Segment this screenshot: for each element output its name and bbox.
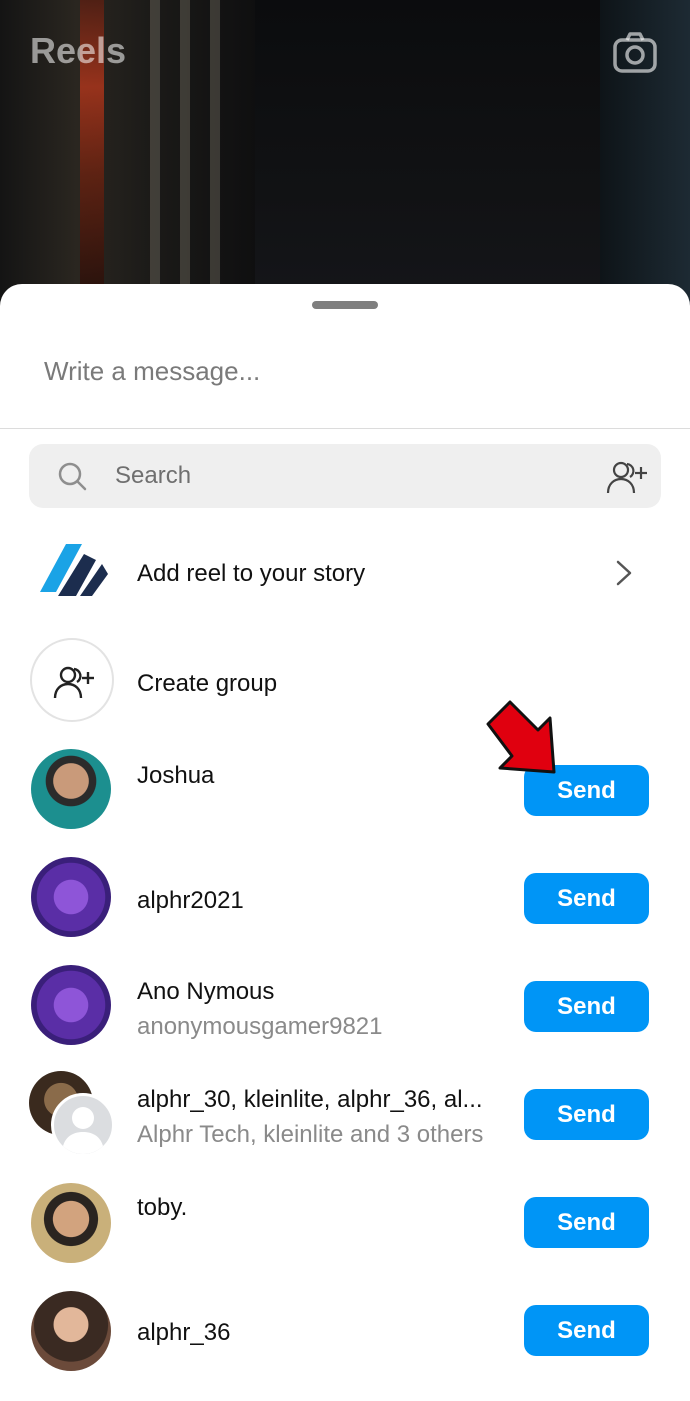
- avatar: [31, 857, 111, 937]
- avatar: [31, 1291, 111, 1371]
- search-input[interactable]: [115, 454, 575, 498]
- red-arrow-annotation: [486, 700, 556, 774]
- add-to-story-row[interactable]: Add reel to your story: [0, 520, 690, 620]
- send-button[interactable]: Send: [524, 981, 649, 1032]
- contact-username: anonymousgamer9821: [137, 1013, 383, 1040]
- search-bar[interactable]: [29, 444, 661, 508]
- avatar: [31, 1183, 111, 1263]
- add-people-icon[interactable]: [605, 459, 649, 495]
- contact-row: alphr_36 Send: [0, 1280, 690, 1380]
- send-button[interactable]: Send: [524, 1089, 649, 1140]
- contact-row: toby. Send: [0, 1172, 690, 1272]
- chevron-right-icon: [616, 560, 632, 586]
- add-group-icon: [53, 666, 94, 699]
- send-button[interactable]: Send: [524, 1197, 649, 1248]
- divider: [0, 428, 690, 429]
- camera-icon[interactable]: [612, 30, 658, 76]
- contact-name: alphr2021: [137, 887, 244, 914]
- contact-row: Ano Nymous anonymousgamer9821 Send: [0, 956, 690, 1056]
- search-icon: [58, 462, 87, 491]
- create-group-label: Create group: [137, 670, 278, 697]
- contact-row: Joshua Send: [0, 740, 690, 840]
- avatar: [31, 965, 111, 1045]
- send-button[interactable]: Send: [524, 1305, 649, 1356]
- contact-name: Joshua: [137, 762, 215, 789]
- person-icon: [62, 1107, 104, 1154]
- contact-name: alphr_30, kleinlite, alphr_36, al...: [137, 1086, 483, 1113]
- contact-name: toby.: [137, 1194, 188, 1221]
- sheet-drag-handle[interactable]: [312, 301, 378, 309]
- alphr-logo-icon: [40, 544, 108, 596]
- contact-subtitle: Alphr Tech, kleinlite and 3 others: [137, 1121, 484, 1148]
- send-button[interactable]: Send: [524, 873, 649, 924]
- contact-name: alphr_36: [137, 1319, 231, 1346]
- contact-row: alphr2021 Send: [0, 848, 690, 948]
- contact-name: Ano Nymous: [137, 978, 275, 1005]
- create-group-row[interactable]: Create group: [0, 630, 690, 730]
- contact-row: alphr_30, kleinlite, alphr_36, al... Alp…: [0, 1064, 690, 1164]
- avatar: [31, 749, 111, 829]
- avatar-placeholder: [51, 1093, 115, 1157]
- add-to-story-label: Add reel to your story: [137, 560, 366, 587]
- page-title: Reels: [30, 30, 127, 71]
- create-group-avatar: [30, 638, 114, 722]
- message-input[interactable]: [44, 346, 644, 396]
